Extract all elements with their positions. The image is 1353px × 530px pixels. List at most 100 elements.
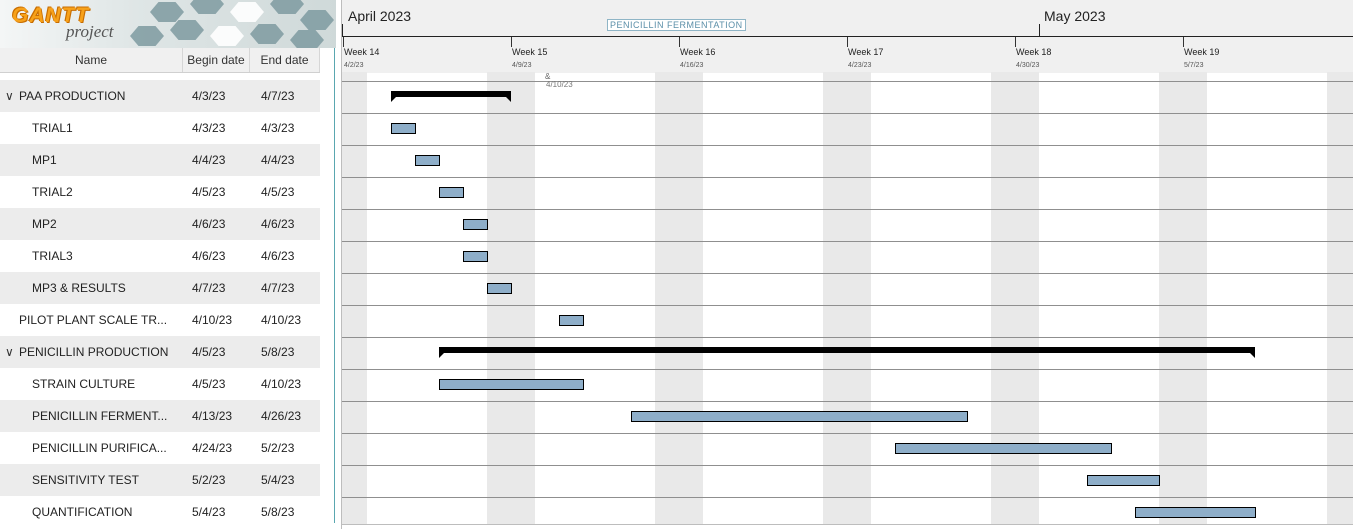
summary-bar[interactable] (391, 91, 511, 102)
task-end-date: 4/7/23 (261, 89, 295, 103)
task-end-date: 5/8/23 (261, 345, 295, 359)
task-row[interactable]: TRIAL2 4/5/23 4/5/23 (0, 176, 320, 208)
week-start-date: 5/7/23 (1184, 62, 1204, 69)
task-name: TRIAL1 (32, 121, 73, 135)
task-bar[interactable] (559, 315, 584, 326)
week-header: Week 14 4/2/23 Week 15 4/9/23 Week 16 4/16/23… (342, 36, 1353, 73)
weekend-column (655, 72, 703, 524)
row-divider (342, 81, 1353, 82)
week-label: Week 14 (344, 47, 380, 57)
task-name: PENICILLIN PURIFICA... (32, 441, 167, 455)
task-end-date: 4/4/23 (261, 153, 295, 167)
task-row[interactable]: MP1 4/4/23 4/4/23 (0, 144, 320, 176)
week-start-date: 4/2/23 (344, 62, 364, 69)
task-row[interactable]: TRIAL1 4/3/23 4/3/23 (0, 112, 320, 144)
task-bar[interactable] (1135, 507, 1256, 518)
task-name: MP3 & RESULTS (32, 281, 126, 295)
task-row[interactable]: ∨ PENICILLIN PRODUCTION 4/5/23 5/8/23 (0, 336, 320, 368)
task-bar[interactable] (415, 155, 440, 166)
task-begin-date: 4/10/23 (192, 313, 233, 327)
task-end-date: 4/5/23 (261, 185, 295, 199)
week-label: Week 17 (848, 47, 884, 57)
task-row[interactable]: SENSITIVITY TEST 5/2/23 5/4/23 (0, 464, 320, 496)
weekend-column (1159, 72, 1207, 524)
expand-caret-icon[interactable]: ∨ (5, 80, 14, 112)
table-scrollbar[interactable] (0, 523, 336, 529)
task-begin-date: 4/5/23 (192, 185, 226, 199)
task-bar[interactable] (439, 187, 464, 198)
week-label: Week 16 (680, 47, 716, 57)
week-start-date: 4/16/23 (680, 62, 704, 69)
task-begin-date: 4/13/23 (192, 409, 233, 423)
task-bar[interactable] (1087, 475, 1160, 486)
task-name: TRIAL3 (32, 249, 73, 263)
row-divider (342, 369, 1353, 370)
task-begin-date: 4/7/23 (192, 281, 226, 295)
task-name: MP1 (32, 153, 57, 167)
task-row[interactable]: PENICILLIN PURIFICA... 4/24/23 5/2/23 (0, 432, 320, 464)
month-label: May 2023 (1044, 8, 1106, 24)
task-name: PENICILLIN FERMENT... (32, 409, 168, 423)
row-divider (342, 305, 1353, 306)
week-label: Week 19 (1184, 47, 1220, 57)
task-end-date: 4/3/23 (261, 121, 295, 135)
task-end-date: 4/26/23 (261, 409, 302, 423)
task-row[interactable]: MP3 & RESULTS 4/7/23 4/7/23 (0, 272, 320, 304)
task-name: PAA PRODUCTION (19, 89, 126, 103)
row-divider (342, 145, 1353, 146)
task-begin-date: 4/24/23 (192, 441, 233, 455)
task-bar[interactable] (463, 251, 488, 262)
task-begin-date: 5/2/23 (192, 473, 226, 487)
task-begin-date: 4/6/23 (192, 217, 226, 231)
week-start-date: 4/23/23 (848, 62, 872, 69)
column-header-begin-date[interactable]: Begin date (183, 48, 250, 72)
week-label: Week 15 (512, 47, 548, 57)
summary-bar[interactable] (439, 347, 1255, 358)
row-divider (342, 241, 1353, 242)
task-bar[interactable] (463, 219, 488, 230)
task-row[interactable]: STRAIN CULTURE 4/5/23 4/10/23 (0, 368, 320, 400)
task-end-date: 5/2/23 (261, 441, 295, 455)
task-end-date: 4/6/23 (261, 217, 295, 231)
week-start-date: 4/30/23 (1016, 62, 1040, 69)
row-divider (342, 209, 1353, 210)
chart-scrollbar[interactable] (342, 524, 1353, 530)
task-row[interactable]: MP2 4/6/23 4/6/23 (0, 208, 320, 240)
task-name: PENICILLIN PRODUCTION (19, 345, 169, 359)
panel-splitter[interactable] (320, 48, 335, 523)
task-bar[interactable] (439, 379, 584, 390)
task-bar[interactable] (391, 123, 416, 134)
task-row[interactable]: PILOT PLANT SCALE TR... 4/10/23 4/10/23 (0, 304, 320, 336)
gantt-chart: April 2023 May 2023 PENICILLIN FERMENTAT… (341, 0, 1353, 530)
task-table-panel: GANTT project Name Begin date End date ∨… (0, 0, 336, 529)
task-name: MP2 (32, 217, 57, 231)
task-bar[interactable] (895, 443, 1112, 454)
row-divider (342, 497, 1353, 498)
column-header-end-date[interactable]: End date (250, 48, 320, 72)
weekend-column (991, 72, 1039, 524)
task-bar[interactable] (487, 283, 512, 294)
task-end-date: 4/6/23 (261, 249, 295, 263)
task-name: SENSITIVITY TEST (32, 473, 139, 487)
row-divider (342, 337, 1353, 338)
task-row[interactable]: TRIAL3 4/6/23 4/6/23 (0, 240, 320, 272)
logo-subtitle: project (66, 22, 114, 41)
column-header-name[interactable]: Name (0, 48, 183, 72)
task-bar[interactable] (631, 411, 968, 422)
weekend-column (342, 72, 367, 524)
task-name: TRIAL2 (32, 185, 73, 199)
month-label: April 2023 (348, 8, 412, 24)
task-begin-date: 4/4/23 (192, 153, 226, 167)
task-end-date: 4/10/23 (261, 377, 302, 391)
task-name: PILOT PLANT SCALE TR... (19, 313, 168, 327)
table-header: Name Begin date End date (0, 48, 320, 73)
weekend-column (487, 72, 535, 524)
task-row[interactable]: ∨ PAA PRODUCTION 4/3/23 4/7/23 (0, 80, 320, 112)
task-name: STRAIN CULTURE (32, 377, 136, 391)
ganttproject-logo: GANTT project (0, 0, 336, 48)
task-row[interactable]: PENICILLIN FERMENT... 4/13/23 4/26/23 (0, 400, 320, 432)
task-begin-date: 4/5/23 (192, 377, 226, 391)
expand-caret-icon[interactable]: ∨ (5, 336, 14, 368)
row-divider (342, 113, 1353, 114)
task-end-date: 4/10/23 (261, 313, 302, 327)
